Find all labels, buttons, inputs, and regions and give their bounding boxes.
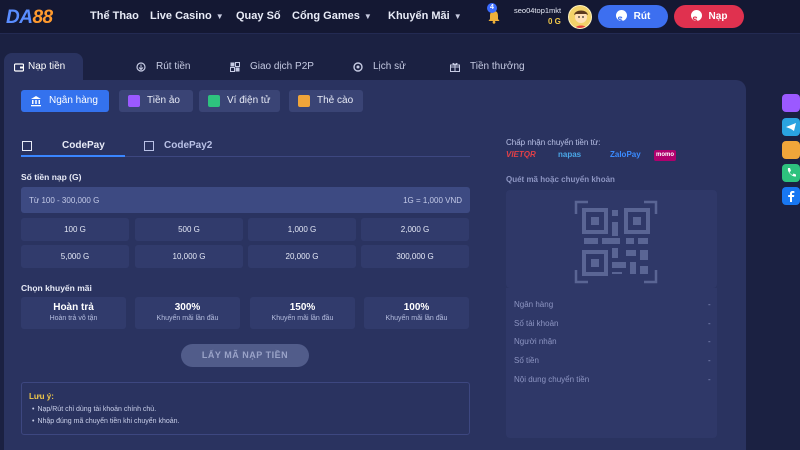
amount-option[interactable]: 1,000 G	[248, 218, 356, 241]
amount-option[interactable]: 100 G	[21, 218, 129, 241]
amount-input[interactable]: Từ 100 - 300,000 G 1G = 1,000 VND	[21, 187, 470, 213]
nav-live-casino[interactable]: Live Casino ▼	[150, 10, 224, 22]
chevron-down-icon: ▼	[453, 12, 462, 21]
note-line: Nạp/Rút chỉ dùng tài khoản chính chủ.	[32, 406, 156, 413]
history-icon	[353, 62, 363, 72]
scan-icon	[144, 141, 154, 151]
method-vi-dien-tu[interactable]: Ví điện tử	[199, 90, 280, 112]
amount-option[interactable]: 2,000 G	[361, 218, 469, 241]
deposit-button[interactable]: Nạp	[674, 5, 744, 32]
info-value: -	[708, 375, 711, 384]
method-ngan-hang[interactable]: Ngân hàng	[21, 90, 109, 112]
tab-nap-tien[interactable]: Nạp tiền	[4, 53, 84, 81]
note-title: Lưu ý:	[29, 392, 54, 401]
gift-icon	[450, 62, 460, 72]
promo-option[interactable]: 100% Khuyến mãi lần đầu	[364, 297, 469, 329]
info-value: -	[708, 300, 711, 309]
phone-icon[interactable]	[782, 164, 800, 182]
zalopay-logo: ZaloPay	[610, 150, 641, 159]
tab-giao-dich-p2p[interactable]: Giao dịch P2P	[230, 53, 314, 81]
facebook-glyph-icon	[788, 191, 795, 202]
note-line: Nhập đúng mã chuyển tiền khi chuyển khoả…	[32, 418, 179, 425]
info-label: Số tài khoản	[514, 319, 559, 328]
method-the-cao[interactable]: Thẻ cào	[289, 90, 363, 112]
withdraw-icon	[136, 62, 146, 72]
username: seo04top1mkt	[514, 6, 562, 15]
facebook-icon[interactable]	[782, 187, 800, 205]
amount-placeholder: Từ 100 - 300,000 G	[29, 196, 100, 205]
exchange-rate: 1G = 1,000 VND	[403, 196, 462, 205]
coin-icon	[690, 9, 702, 32]
tab-rut-tien[interactable]: Rút tiền	[136, 53, 190, 81]
telegram-glyph-icon	[786, 123, 796, 131]
amount-option[interactable]: 500 G	[135, 218, 243, 241]
qr-box	[506, 190, 717, 288]
promo-label: Chọn khuyến mãi	[21, 283, 92, 293]
tab-lich-su[interactable]: Lịch sử	[353, 53, 406, 81]
amount-option[interactable]: 300,000 G	[361, 245, 469, 268]
qr-placeholder-icon	[574, 200, 658, 284]
qr-icon	[22, 141, 32, 151]
promo-option[interactable]: Hoàn trả Hoàn trả vô tận	[21, 297, 126, 329]
chevron-down-icon: ▼	[363, 12, 372, 21]
p2p-icon	[230, 62, 240, 72]
note-box: Lưu ý: Nạp/Rút chỉ dùng tài khoản chính …	[21, 382, 470, 435]
accept-label: Chấp nhận chuyển tiền từ:	[506, 138, 601, 147]
crypto-icon	[128, 95, 140, 107]
info-label: Số tiền	[514, 356, 539, 365]
ewallet-icon	[208, 95, 220, 107]
nav-quay-so[interactable]: Quay Số	[236, 10, 281, 22]
telegram-icon[interactable]	[782, 118, 800, 136]
vietqr-logo: VIETQR	[506, 150, 536, 159]
nav-cong-games[interactable]: Cổng Games ▼	[292, 10, 372, 22]
amount-label: Số tiền nạp (G)	[21, 172, 82, 182]
nav-khuyen-mai[interactable]: Khuyến Mãi ▼	[388, 10, 462, 22]
active-subtab-indicator	[21, 155, 125, 157]
amount-option[interactable]: 5,000 G	[21, 245, 129, 268]
info-label: Nội dung chuyển tiền	[514, 375, 590, 384]
card-icon	[298, 95, 310, 107]
phone-glyph-icon	[787, 168, 796, 177]
napas-logo: napas	[558, 150, 582, 159]
momo-logo: momo	[654, 150, 676, 161]
nav-the-thao[interactable]: Thể Thao	[90, 10, 139, 22]
info-value: -	[708, 356, 711, 365]
group-icon[interactable]	[782, 141, 800, 159]
bank-icon	[31, 96, 41, 107]
subtab-codepay2[interactable]: CodePay2	[144, 140, 212, 151]
info-label: Ngân hàng	[514, 300, 554, 309]
method-tien-ao[interactable]: Tiền ảo	[119, 90, 193, 112]
amount-option[interactable]: 20,000 G	[248, 245, 356, 268]
tab-tien-thuong[interactable]: Tiền thưởng	[450, 53, 525, 81]
info-value: -	[708, 337, 711, 346]
amount-option[interactable]: 10,000 G	[135, 245, 243, 268]
info-label: Người nhận	[514, 337, 557, 346]
get-deposit-code-button[interactable]: LẤY MÃ NẠP TIỀN	[181, 344, 309, 367]
coin-icon	[615, 9, 627, 32]
avatar[interactable]	[568, 5, 592, 29]
withdraw-button[interactable]: Rút	[598, 5, 668, 32]
info-value: -	[708, 319, 711, 328]
promo-option[interactable]: 300% Khuyến mãi lần đầu	[135, 297, 240, 329]
chat-icon[interactable]	[782, 94, 800, 112]
wallet-icon	[14, 63, 24, 72]
chevron-down-icon: ▼	[215, 12, 224, 21]
balance: 0 G	[548, 17, 561, 26]
notification-badge: 4	[487, 3, 497, 13]
promo-option[interactable]: 150% Khuyến mãi lần đầu	[250, 297, 355, 329]
subtab-codepay[interactable]: CodePay	[22, 140, 105, 151]
scan-label: Quét mã hoặc chuyển khoản	[506, 175, 615, 184]
logo[interactable]: DA88	[6, 7, 53, 29]
